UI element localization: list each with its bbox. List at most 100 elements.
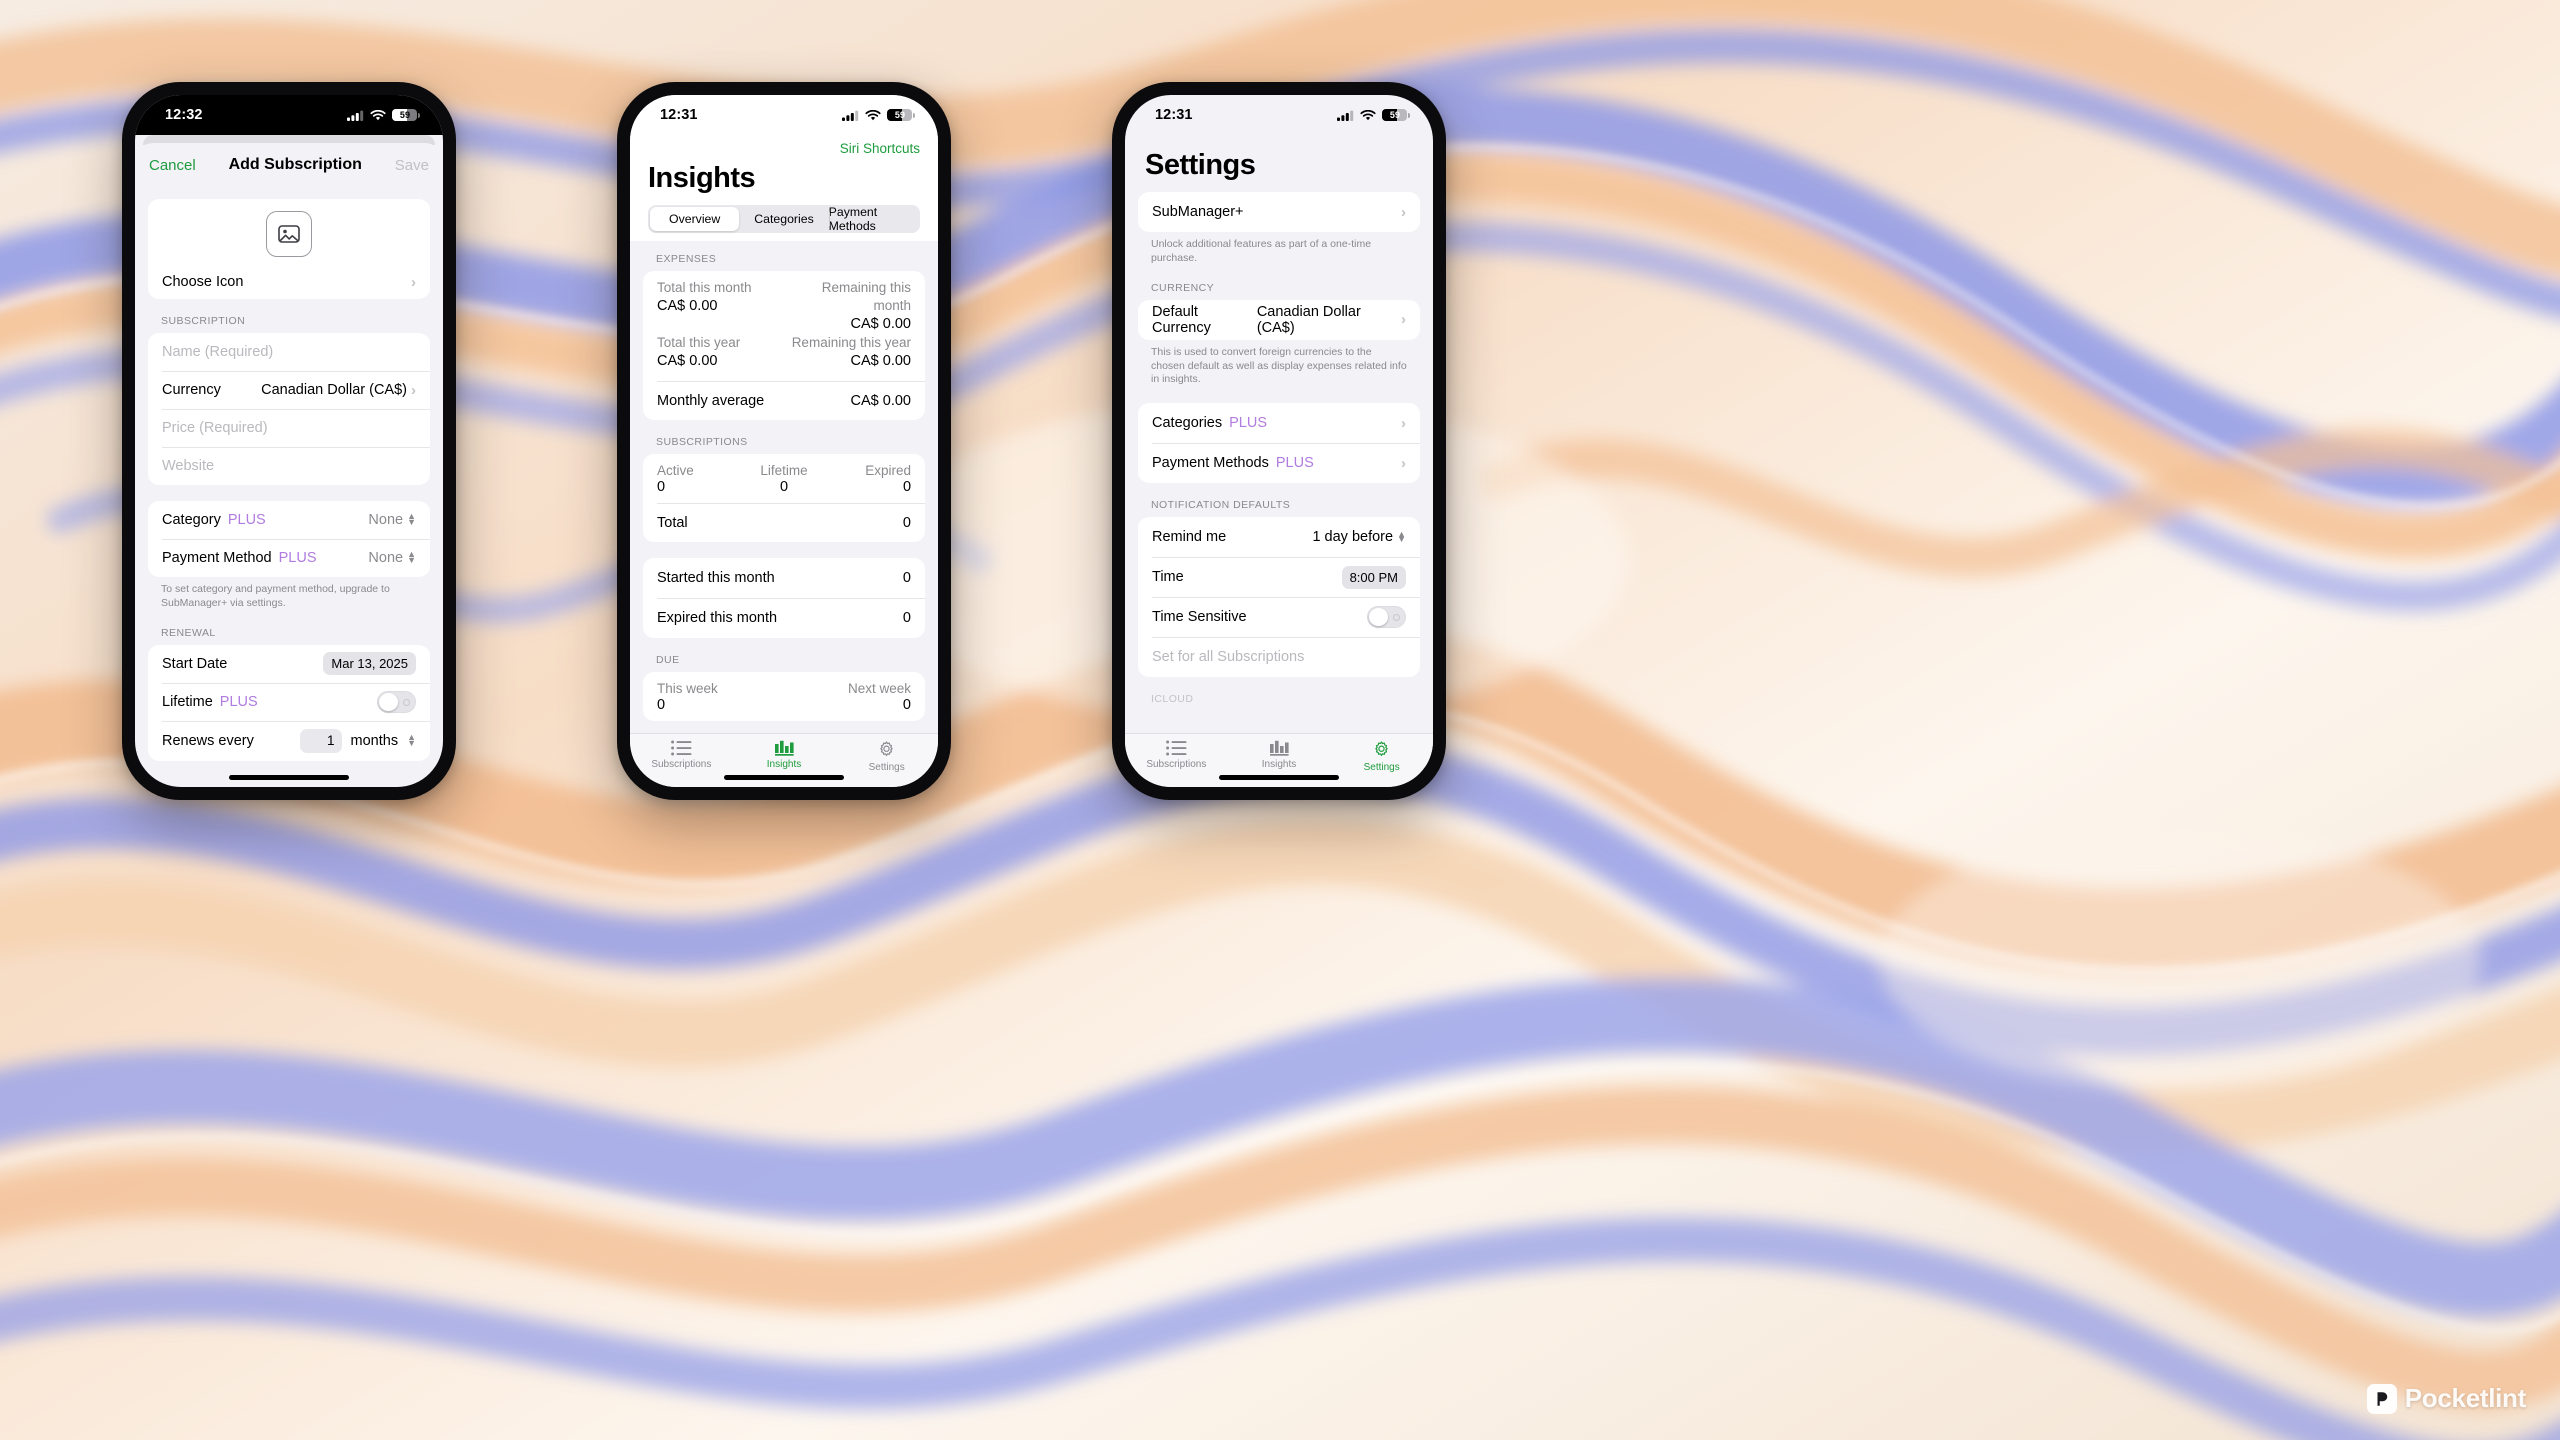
expenses-section-header: EXPENSES bbox=[656, 253, 717, 265]
choose-icon-row[interactable]: Choose Icon › bbox=[162, 265, 416, 299]
status-bar: 12:31 59 bbox=[1125, 95, 1433, 135]
renews-every-row[interactable]: Renews every 1 months ▲ ▼ bbox=[148, 720, 430, 761]
watermark: Pocketlint bbox=[2366, 1383, 2526, 1414]
tab-subscriptions[interactable]: Subscriptions bbox=[1125, 740, 1228, 770]
website-field-row[interactable]: Website bbox=[148, 447, 430, 485]
payment-value-wrap: None ▲ ▼ bbox=[368, 550, 416, 566]
time-value[interactable]: 8:00 PM bbox=[1341, 565, 1406, 589]
save-button[interactable]: Save bbox=[395, 157, 429, 174]
submanager-label: SubManager+ bbox=[1152, 204, 1244, 220]
tab-subscriptions[interactable]: Subscriptions bbox=[630, 740, 733, 770]
notification-defaults-header: NOTIFICATION DEFAULTS bbox=[1151, 499, 1291, 512]
chevron-updown-icon: ▲ ▼ bbox=[407, 549, 416, 565]
total-this-year-value: CA$ 0.00 bbox=[657, 352, 718, 369]
insights-scroll-area[interactable]: EXPENSES Total this month CA$ 0.00 Remai… bbox=[630, 241, 938, 733]
active-value: 0 bbox=[657, 478, 666, 495]
chevron-updown-icon: ▲ ▼ bbox=[407, 732, 416, 748]
status-bar: 12:31 59 bbox=[630, 95, 938, 135]
lifetime-row[interactable]: Lifetime PLUS bbox=[148, 682, 430, 721]
categories-row[interactable]: Categories PLUS › bbox=[1138, 403, 1420, 443]
currency-value: Canadian Dollar (CA$) bbox=[261, 382, 407, 398]
name-input-placeholder[interactable]: Name (Required) bbox=[162, 344, 273, 360]
category-row[interactable]: Category PLUS None ▲ ▼ bbox=[148, 501, 430, 539]
renews-count-stepper[interactable]: 1 bbox=[299, 728, 342, 753]
status-bar: 12:32 59 bbox=[135, 95, 443, 135]
currency-row[interactable]: Currency Canadian Dollar (CA$) › bbox=[148, 371, 430, 409]
default-currency-row[interactable]: Default Currency Canadian Dollar (CA$) › bbox=[1138, 300, 1420, 340]
page-title: Insights bbox=[648, 162, 756, 194]
meta-footnote: To set category and payment method, upgr… bbox=[161, 583, 390, 609]
subscription-card: Name (Required) Currency Canadian Dollar… bbox=[148, 333, 430, 485]
page-title: Add Subscription bbox=[228, 156, 362, 173]
total-this-month-value: CA$ 0.00 bbox=[657, 297, 718, 314]
time-sensitive-toggle[interactable] bbox=[1367, 606, 1406, 629]
remind-me-label: Remind me bbox=[1152, 529, 1227, 546]
tab-payment-methods[interactable]: Payment Methods bbox=[828, 205, 918, 233]
remaining-this-month-value: CA$ 0.00 bbox=[850, 315, 911, 332]
bar-chart-icon bbox=[1269, 740, 1290, 756]
payment-methods-row[interactable]: Payment Methods PLUS › bbox=[1138, 443, 1420, 483]
list-icon bbox=[1165, 740, 1187, 756]
chevron-right-icon: › bbox=[411, 381, 416, 399]
website-input-placeholder[interactable]: Website bbox=[162, 458, 214, 474]
battery-indicator: 59 bbox=[887, 108, 915, 122]
price-field-row[interactable]: Price (Required) bbox=[148, 409, 430, 447]
status-time: 12:32 bbox=[165, 107, 203, 123]
page-title: Settings bbox=[1145, 149, 1256, 181]
expired-this-month-value: 0 bbox=[902, 609, 911, 626]
remaining-this-year-value: CA$ 0.00 bbox=[850, 352, 911, 369]
settings-header: Settings bbox=[1125, 135, 1433, 192]
this-week-value: 0 bbox=[657, 696, 666, 713]
price-input-placeholder[interactable]: Price (Required) bbox=[162, 420, 268, 436]
screen-add-subscription: 12:32 59 Cancel Add Subscription Save Ch… bbox=[135, 95, 443, 787]
monthly-activity-card: Started this month 0 Expired this month … bbox=[643, 557, 925, 638]
renews-unit-value: months bbox=[350, 732, 399, 749]
cancel-button[interactable]: Cancel bbox=[149, 157, 196, 174]
tab-overview[interactable]: Overview bbox=[650, 207, 740, 231]
insights-header: Siri Shortcuts Insights Overview Categor… bbox=[630, 135, 938, 241]
siri-shortcuts-link[interactable]: Siri Shortcuts bbox=[648, 135, 920, 158]
tab-label: Insights bbox=[766, 759, 802, 770]
status-time: 12:31 bbox=[660, 107, 698, 123]
set-for-all-label: Set for all Subscriptions bbox=[1152, 649, 1305, 666]
insights-segmented-control[interactable]: Overview Categories Payment Methods bbox=[648, 205, 920, 233]
payment-method-row[interactable]: Payment Method PLUS None ▲ ▼ bbox=[148, 539, 430, 577]
pocketlint-logo-icon bbox=[2366, 1383, 2397, 1414]
remind-me-row[interactable]: Remind me 1 day before ▲ ▼ bbox=[1138, 517, 1420, 557]
photo-placeholder-icon[interactable] bbox=[266, 211, 312, 257]
start-date-value[interactable]: Mar 13, 2025 bbox=[323, 652, 416, 676]
default-currency-value: Canadian Dollar (CA$) bbox=[1256, 303, 1361, 336]
default-currency-label: Default Currency bbox=[1152, 303, 1211, 336]
subscriptions-section-header: SUBSCRIPTIONS bbox=[656, 435, 748, 448]
plus-features-card: Categories PLUS › Payment Methods PLUS › bbox=[1138, 403, 1420, 484]
tab-categories[interactable]: Categories bbox=[739, 207, 828, 231]
form-scroll-area[interactable]: Choose Icon › SUBSCRIPTION Name (Require… bbox=[135, 187, 443, 787]
time-sensitive-label: Time Sensitive bbox=[1152, 609, 1247, 626]
time-row[interactable]: Time 8:00 PM bbox=[1138, 557, 1420, 597]
submanager-row[interactable]: SubManager+ › bbox=[1138, 192, 1420, 232]
subscriptions-card: Active 0 Lifetime 0 Expired 0 Total 0 bbox=[643, 453, 925, 542]
tab-insights[interactable]: Insights bbox=[1228, 740, 1331, 770]
set-for-all-row[interactable]: Set for all Subscriptions bbox=[1138, 637, 1420, 677]
category-label: Category bbox=[162, 512, 221, 528]
tab-settings[interactable]: Settings bbox=[835, 740, 938, 773]
due-card: This week 0 Next week 0 bbox=[643, 671, 925, 721]
submanager-card: SubManager+ › bbox=[1138, 192, 1420, 232]
currency-value-wrap: Canadian Dollar (CA$) › bbox=[261, 382, 416, 398]
tab-label: Subscriptions bbox=[1146, 759, 1207, 770]
start-date-row[interactable]: Start Date Mar 13, 2025 bbox=[148, 645, 430, 683]
subscription-section-header: SUBSCRIPTION bbox=[161, 315, 246, 327]
this-week-label: This week bbox=[657, 680, 718, 696]
name-field-row[interactable]: Name (Required) bbox=[148, 333, 430, 371]
time-label: Time bbox=[1152, 569, 1184, 586]
battery-indicator: 59 bbox=[1382, 108, 1410, 122]
time-sensitive-row[interactable]: Time Sensitive bbox=[1138, 597, 1420, 637]
gear-icon bbox=[1372, 740, 1391, 759]
tab-insights[interactable]: Insights bbox=[733, 740, 836, 770]
tab-settings[interactable]: Settings bbox=[1330, 740, 1433, 773]
started-this-month-label: Started this month bbox=[657, 569, 775, 586]
settings-scroll-area[interactable]: SubManager+ › Unlock additional features… bbox=[1125, 192, 1433, 733]
lifetime-label: Lifetime bbox=[760, 462, 808, 478]
next-week-label: Next week bbox=[847, 680, 911, 696]
lifetime-toggle[interactable] bbox=[377, 690, 416, 713]
